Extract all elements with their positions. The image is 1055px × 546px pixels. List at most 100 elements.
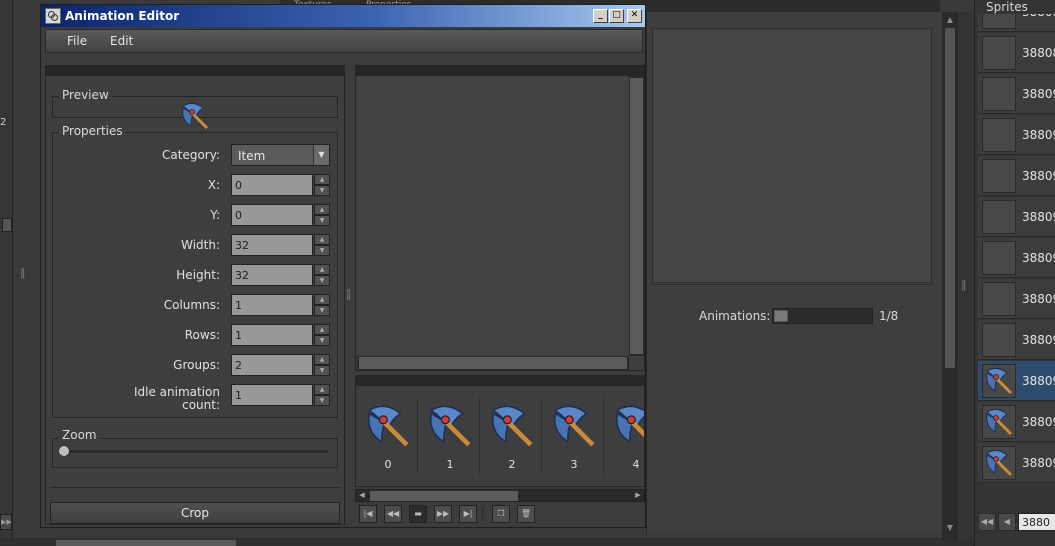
sprite-thumbnail <box>982 405 1016 439</box>
chevron-down-icon[interactable]: ▼ <box>313 145 329 165</box>
frame-item[interactable]: 2 <box>482 398 542 474</box>
sprite-list-item[interactable]: 38809 <box>978 402 1055 442</box>
sprites-first-button[interactable]: ◀◀ <box>978 513 996 531</box>
splitter-grip-icon[interactable]: ‖ <box>961 278 967 291</box>
spin-down-icon[interactable]: ▼ <box>314 245 330 256</box>
spin-up-icon[interactable]: ▲ <box>314 174 330 185</box>
frame-canvas-hscroll-thumb[interactable] <box>359 357 627 369</box>
left-forward-button[interactable]: ▶▶ <box>0 514 12 530</box>
frame-canvas-horizontal-scrollbar[interactable] <box>357 356 629 370</box>
skip-last-icon[interactable]: ▶| <box>459 505 477 523</box>
editor-splitter[interactable]: ‖ <box>345 65 355 525</box>
title-bar[interactable]: Animation Editor _ □ ✕ <box>41 5 645 27</box>
x-stepper[interactable]: 0 ▲ ▼ <box>231 174 330 196</box>
spin-down-icon[interactable]: ▼ <box>314 305 330 316</box>
sprite-list-item[interactable]: 38809 <box>978 115 1055 155</box>
sprite-list-item[interactable]: 38809 <box>978 197 1055 237</box>
zoom-slider-knob[interactable] <box>58 445 70 457</box>
height-field[interactable]: 32 <box>231 264 313 286</box>
frame-canvas-vscroll-thumb[interactable] <box>630 78 643 354</box>
spin-down-icon[interactable]: ▼ <box>314 395 330 406</box>
sprites-splitter[interactable]: ‖ <box>958 12 974 540</box>
y-stepper[interactable]: 0 ▲ ▼ <box>231 204 330 226</box>
spin-down-icon[interactable]: ▼ <box>314 335 330 346</box>
sprite-id: 38809 <box>1022 333 1055 347</box>
pane-separator <box>50 487 340 488</box>
spin-down-icon[interactable]: ▼ <box>314 215 330 226</box>
animations-slider-knob[interactable] <box>774 310 788 322</box>
groups-field[interactable]: 2 <box>231 354 313 376</box>
canvas-vertical-scrollbar[interactable]: ▲ ▼ <box>942 12 958 540</box>
spin-up-icon[interactable]: ▲ <box>314 264 330 275</box>
spin-up-icon[interactable]: ▲ <box>314 294 330 305</box>
menu-edit[interactable]: Edit <box>110 34 133 48</box>
spin-down-icon[interactable]: ▼ <box>314 275 330 286</box>
frames-pane: 0 1 2 3 4 ◀ ▶ |◀ ◀◀ ▬ ▶▶ ▶| ❐ 🗑 <box>355 65 645 525</box>
sprite-list-item[interactable]: 38808 <box>978 33 1055 73</box>
x-field[interactable]: 0 <box>231 174 313 196</box>
sprite-canvas-area <box>652 28 932 283</box>
crop-button[interactable]: Crop <box>50 502 340 524</box>
frame-item[interactable]: 4 <box>606 398 644 474</box>
sprite-list-item[interactable]: 38809 <box>978 361 1055 401</box>
zoom-slider-track[interactable] <box>62 450 328 453</box>
canvas-scroll-thumb[interactable] <box>945 28 955 368</box>
scroll-up-icon[interactable]: ▲ <box>945 14 955 26</box>
maximize-button[interactable]: □ <box>609 9 624 23</box>
sprite-list: 38808 38808 38809 38809 38809 38809 38809 38809… <box>978 14 1055 498</box>
frame-item[interactable]: 0 <box>358 398 418 474</box>
spin-down-icon[interactable]: ▼ <box>314 185 330 196</box>
spin-up-icon[interactable]: ▲ <box>314 354 330 365</box>
frames-horizontal-scrollbar[interactable]: ◀ ▶ <box>355 489 645 502</box>
spin-up-icon[interactable]: ▲ <box>314 234 330 245</box>
rows-stepper[interactable]: 1 ▲ ▼ <box>231 324 330 346</box>
height-stepper[interactable]: 32 ▲ ▼ <box>231 264 330 286</box>
step-back-icon[interactable]: ◀◀ <box>384 505 402 523</box>
scroll-left-icon[interactable]: ◀ <box>356 490 368 501</box>
splitter-grip-icon[interactable]: ‖ <box>20 266 26 279</box>
frame-canvas-vertical-scrollbar[interactable] <box>629 76 644 356</box>
frames-scroll-thumb[interactable] <box>370 491 518 501</box>
close-button[interactable]: ✕ <box>627 9 642 23</box>
sprite-thumbnail <box>982 241 1016 275</box>
y-field[interactable]: 0 <box>231 204 313 226</box>
bottom-scroll-thumb[interactable] <box>56 540 236 546</box>
spin-down-icon[interactable]: ▼ <box>314 365 330 376</box>
spin-up-icon[interactable]: ▲ <box>314 204 330 215</box>
width-field[interactable]: 32 <box>231 234 313 256</box>
sprite-list-item[interactable]: 38809 <box>978 156 1055 196</box>
sprite-list-item[interactable]: 38809 <box>978 279 1055 319</box>
columns-label: Columns: <box>163 298 220 312</box>
scroll-right-icon[interactable]: ▶ <box>632 490 644 501</box>
frame-item[interactable]: 1 <box>420 398 480 474</box>
columns-field[interactable]: 1 <box>231 294 313 316</box>
idle-animation-field[interactable]: 1 <box>231 384 313 406</box>
columns-stepper[interactable]: 1 ▲ ▼ <box>231 294 330 316</box>
rows-field[interactable]: 1 <box>231 324 313 346</box>
frame-item[interactable]: 3 <box>544 398 604 474</box>
idle-animation-stepper[interactable]: 1 ▲ ▼ <box>231 384 330 406</box>
sprite-list-item[interactable]: 38809 <box>978 238 1055 278</box>
skip-first-icon[interactable]: |◀ <box>359 505 377 523</box>
spin-up-icon[interactable]: ▲ <box>314 384 330 395</box>
step-forward-icon[interactable]: ▶▶ <box>434 505 452 523</box>
left-panel-button[interactable] <box>2 218 12 232</box>
menu-file[interactable]: File <box>67 34 87 48</box>
spin-up-icon[interactable]: ▲ <box>314 324 330 335</box>
sprite-list-item[interactable]: 38809 <box>978 443 1055 483</box>
trash-icon[interactable]: 🗑 <box>517 505 535 523</box>
sprite-id-input[interactable]: 3880 <box>1018 513 1055 531</box>
splitter-grip-icon[interactable]: ‖ <box>346 287 352 300</box>
play-icon[interactable]: ▬ <box>409 505 427 523</box>
sprite-list-item[interactable]: 38809 <box>978 74 1055 114</box>
scroll-down-icon[interactable]: ▼ <box>945 522 955 534</box>
width-stepper[interactable]: 32 ▲ ▼ <box>231 234 330 256</box>
animations-slider[interactable] <box>772 308 873 324</box>
sprite-list-item[interactable]: 38809 <box>978 320 1055 360</box>
category-select[interactable]: Item ▼ <box>231 144 330 166</box>
sprite-list-item[interactable]: 38808 <box>978 14 1055 32</box>
minimize-button[interactable]: _ <box>593 9 608 23</box>
sprites-prev-button[interactable]: ◀ <box>998 513 1016 531</box>
groups-stepper[interactable]: 2 ▲ ▼ <box>231 354 330 376</box>
copy-icon[interactable]: ❐ <box>492 505 510 523</box>
